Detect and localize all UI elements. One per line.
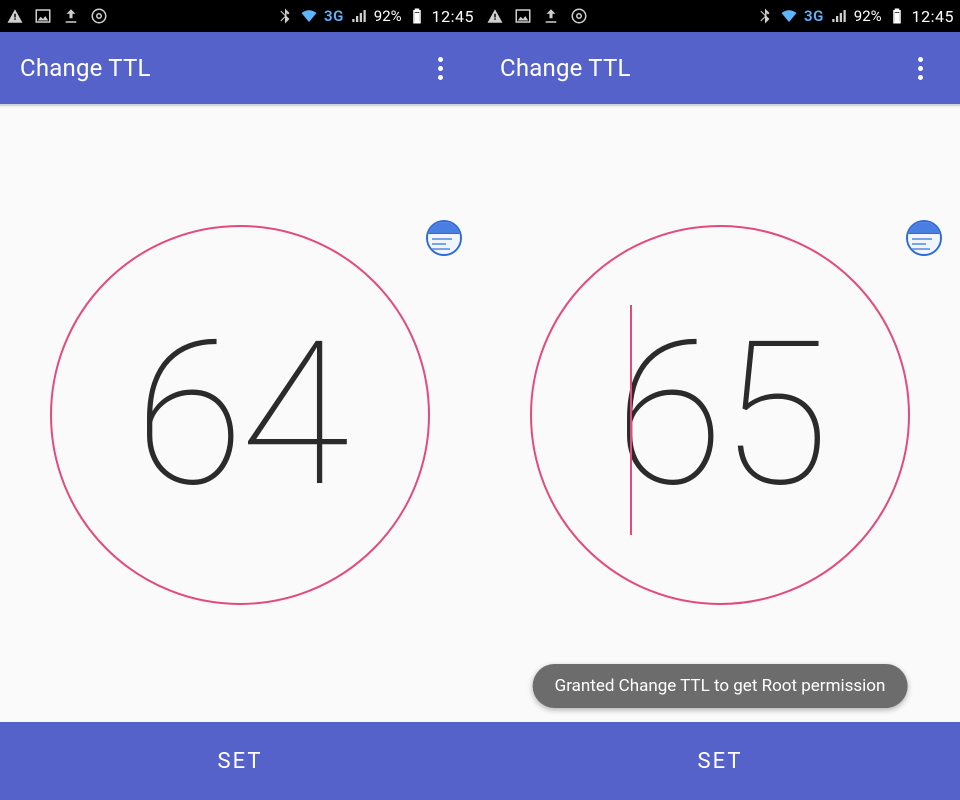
set-button-label: SET (698, 749, 743, 774)
appbar: Change TTL (480, 32, 960, 104)
battery-text: 92% (854, 7, 882, 25)
phone-screen-right: 3G 92% 12:45 Change TTL (480, 0, 960, 800)
wifi-icon (300, 7, 318, 25)
network-3g-label: 3G (324, 7, 344, 25)
image-icon (514, 7, 532, 25)
upload-icon (62, 7, 80, 25)
floating-assistive-badge[interactable] (906, 220, 942, 256)
more-vert-icon (918, 57, 923, 80)
image-icon (34, 7, 52, 25)
ttl-value: 64 (135, 315, 346, 515)
battery-text: 92% (374, 7, 402, 25)
settings-icon (90, 7, 108, 25)
battery-icon (888, 7, 906, 25)
overflow-menu-button[interactable] (420, 48, 460, 88)
ttl-input-circle[interactable]: 65 (530, 225, 910, 605)
ttl-value: 65 (615, 315, 826, 515)
content-area: 65 (480, 108, 960, 722)
network-3g-label: 3G (804, 7, 824, 25)
phone-screen-left: 3G 92% 12:45 Change TTL (0, 0, 480, 800)
appbar-title: Change TTL (500, 54, 631, 82)
signal-icon (350, 7, 368, 25)
more-vert-icon (438, 57, 443, 80)
bluetooth-icon (756, 7, 774, 25)
set-button-label: SET (218, 749, 263, 774)
warning-icon (6, 7, 24, 25)
appbar: Change TTL (0, 32, 480, 104)
set-button[interactable]: SET (480, 722, 960, 800)
floating-assistive-badge[interactable] (426, 220, 462, 256)
text-cursor (630, 305, 632, 535)
battery-icon (408, 7, 426, 25)
ttl-input-circle[interactable]: 64 (50, 225, 430, 605)
appbar-title: Change TTL (20, 54, 151, 82)
set-button[interactable]: SET (0, 722, 480, 800)
statusbar: 3G 92% 12:45 (480, 0, 960, 32)
statusbar: 3G 92% 12:45 (0, 0, 480, 32)
signal-icon (830, 7, 848, 25)
statusbar-clock: 12:45 (912, 7, 954, 26)
toast-message: Granted Change TTL to get Root permissio… (533, 664, 908, 708)
settings-icon (570, 7, 588, 25)
warning-icon (486, 7, 504, 25)
content-area: 64 (0, 108, 480, 722)
overflow-menu-button[interactable] (900, 48, 940, 88)
wifi-icon (780, 7, 798, 25)
bluetooth-icon (276, 7, 294, 25)
upload-icon (542, 7, 560, 25)
statusbar-clock: 12:45 (432, 7, 474, 26)
